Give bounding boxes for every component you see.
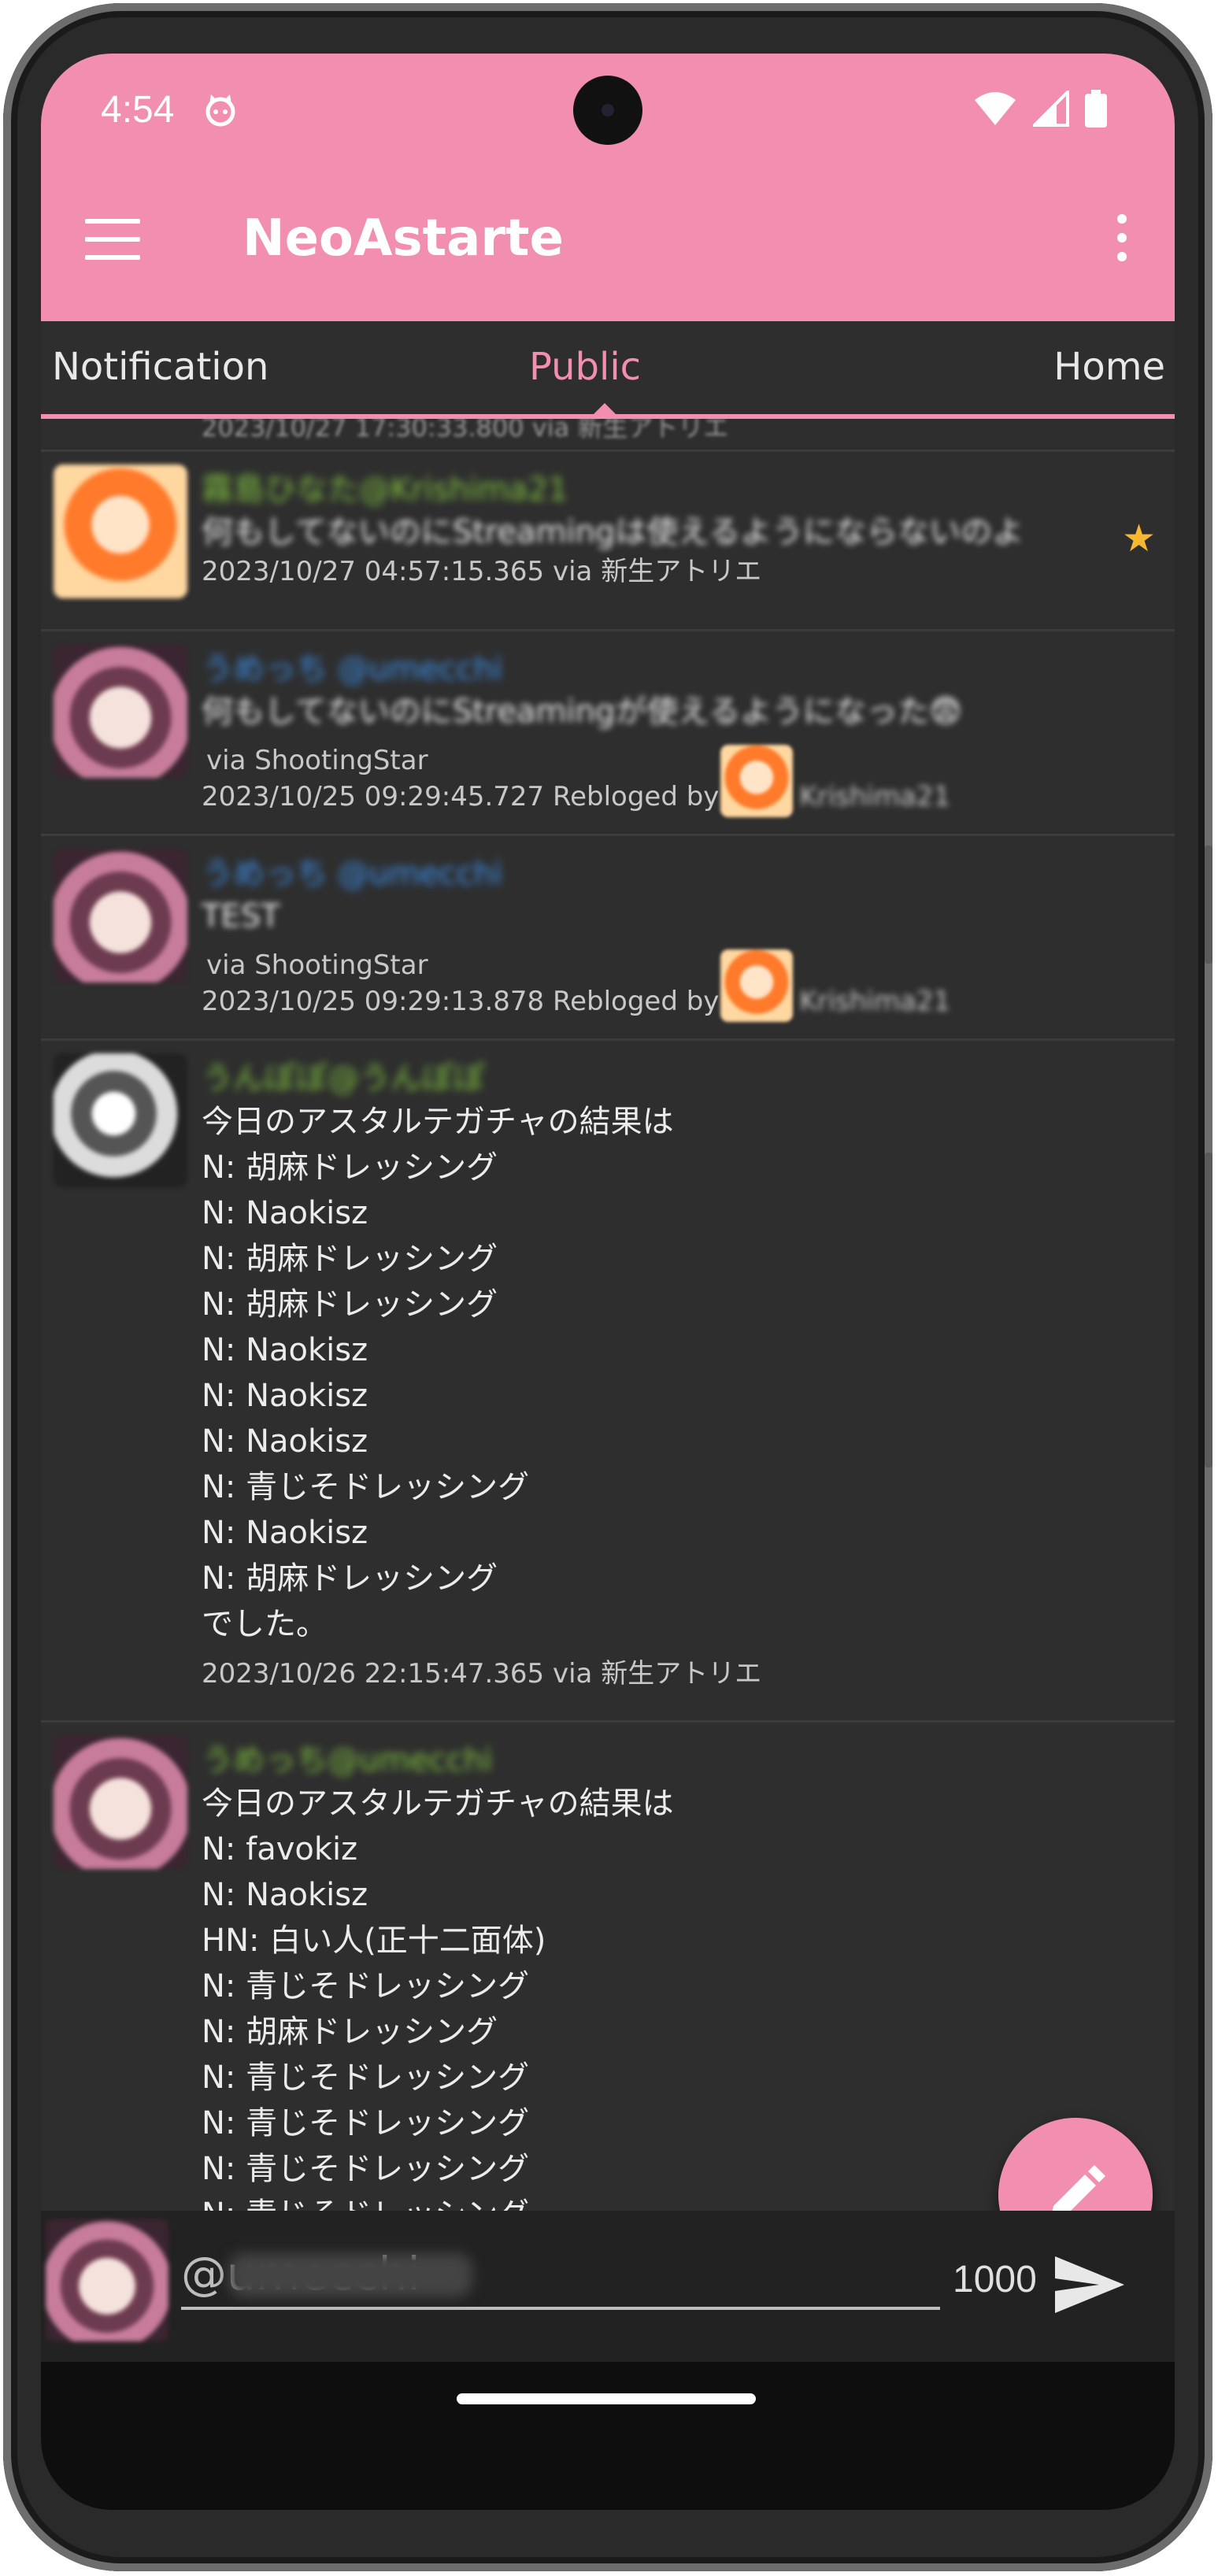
home-indicator[interactable]: [457, 2393, 756, 2404]
cat-notification-icon: [205, 94, 235, 127]
char-count: 1000: [953, 2259, 1037, 2300]
status-icons: [973, 90, 1107, 128]
tab-notification[interactable]: Notification: [52, 345, 268, 389]
send-icon[interactable]: [1050, 2245, 1129, 2324]
post-meta: 2023/10/26 22:15:47.365 via 新生アトリエ: [202, 1658, 762, 1690]
avatar[interactable]: [46, 2219, 168, 2341]
phone-frame: 4:54 NeoAstarte Notification Public Home…: [3, 3, 1212, 2571]
post-meta: 2023/10/27 04:57:15.365 via 新生アトリエ: [202, 556, 762, 587]
post-text: 何もしてないのにStreamingが使えるようになった😨: [202, 694, 962, 730]
post-body: うめっち @umecchi 何もしてないのにStreamingが使えるようになっ…: [202, 631, 1175, 833]
avatar[interactable]: [54, 644, 187, 778]
front-camera: [573, 76, 642, 145]
compose-field[interactable]: [181, 2242, 940, 2310]
navigation-bar: [41, 2362, 1175, 2510]
volume-button: [1205, 846, 1212, 964]
cellular-signal-icon: [1033, 91, 1069, 127]
post-text: 何もしてないのにStreamingは使えるようにならないのよ: [202, 514, 1024, 550]
avatar[interactable]: [54, 464, 187, 598]
compose-bar: 1000: [41, 2211, 1175, 2362]
wifi-icon: [975, 92, 1016, 125]
post-author[interactable]: うめっち @umecchi: [202, 853, 1064, 894]
battery-icon: [1085, 90, 1107, 128]
post-body: 霧島ひなた@Krishima21 何もしてないのにStreamingは使えるよう…: [202, 452, 1175, 605]
post-meta: 2023/10/27 17:30:33.800 via 新生アトリエ: [202, 419, 729, 442]
post-meta-text: 2023/10/25 09:29:45.727 Rebloged by: [202, 781, 720, 812]
post-via: via ShootingStar: [206, 745, 428, 776]
post-body: うんぽぽ@うんぽぽ 今日のアスタルテガチャの結果は N: 胡麻ドレッシング N:…: [202, 1041, 1175, 1707]
avatar[interactable]: [54, 1735, 187, 1869]
post-author[interactable]: うめっち@umecchi: [202, 1740, 1064, 1781]
list-item[interactable]: うめっち@umecchi 今日のアスタルテガチャの結果は N: favokiz …: [41, 1723, 1175, 2211]
compose-input-blur: [228, 2253, 472, 2297]
post-meta: 2023/10/25 09:29:45.727 Rebloged by Kris…: [202, 745, 1064, 817]
status-time: 4:54: [101, 89, 175, 131]
list-item[interactable]: 2023/10/27 17:30:33.800 via 新生アトリエ: [41, 419, 1175, 452]
reblog-avatar[interactable]: [720, 949, 794, 1022]
list-item[interactable]: うめっち @umecchi TEST via ShootingStar 2023…: [41, 836, 1175, 1041]
tab-bar: Notification Public Home: [41, 321, 1175, 419]
post-text: TEST: [202, 898, 280, 935]
avatar[interactable]: [54, 849, 187, 983]
reblog-avatar[interactable]: [720, 745, 794, 817]
post-meta-text: 2023/10/25 09:29:13.878 Rebloged by: [202, 986, 720, 1017]
star-icon[interactable]: ★: [1122, 516, 1156, 561]
post-author[interactable]: うめっち @umecchi: [202, 649, 1064, 690]
tab-home[interactable]: Home: [1053, 345, 1165, 389]
tab-selected-caret: [594, 403, 616, 414]
reblog-name: Krishima21: [799, 986, 951, 1017]
status-bar: 4:54: [41, 54, 1175, 173]
post-author[interactable]: うんぽぽ@うんぽぽ: [202, 1058, 1064, 1099]
list-item[interactable]: 霧島ひなた@Krishima21 何もしてないのにStreamingは使えるよう…: [41, 452, 1175, 631]
reblog-name: Krishima21: [799, 781, 951, 812]
post-text: 今日のアスタルテガチャの結果は N: favokiz N: Naokisz HN…: [202, 1786, 674, 2211]
more-options-icon[interactable]: [1110, 214, 1134, 269]
list-item[interactable]: うんぽぽ@うんぽぽ 今日のアスタルテガチャの結果は N: 胡麻ドレッシング N:…: [41, 1041, 1175, 1723]
app-bar: NeoAstarte: [41, 173, 1175, 321]
post-body: うめっち @umecchi TEST via ShootingStar 2023…: [202, 836, 1175, 1038]
post-text: 今日のアスタルテガチャの結果は N: 胡麻ドレッシング N: Naokisz N…: [202, 1104, 674, 1642]
screen: 4:54 NeoAstarte Notification Public Home…: [41, 54, 1175, 2510]
app-title: NeoAstarte: [242, 209, 564, 268]
tab-public[interactable]: Public: [529, 345, 641, 389]
power-button: [1205, 1153, 1212, 1468]
post-meta: 2023/10/25 09:29:13.878 Rebloged by Kris…: [202, 949, 1064, 1022]
timeline[interactable]: 2023/10/27 17:30:33.800 via 新生アトリエ 霧島ひなた…: [41, 419, 1175, 2211]
menu-icon[interactable]: [85, 219, 140, 266]
avatar[interactable]: [54, 1053, 187, 1187]
post-via: via ShootingStar: [206, 949, 428, 981]
post-author[interactable]: 霧島ひなた@Krishima21: [202, 469, 1064, 510]
list-item[interactable]: うめっち @umecchi 何もしてないのにStreamingが使えるようになっ…: [41, 631, 1175, 836]
